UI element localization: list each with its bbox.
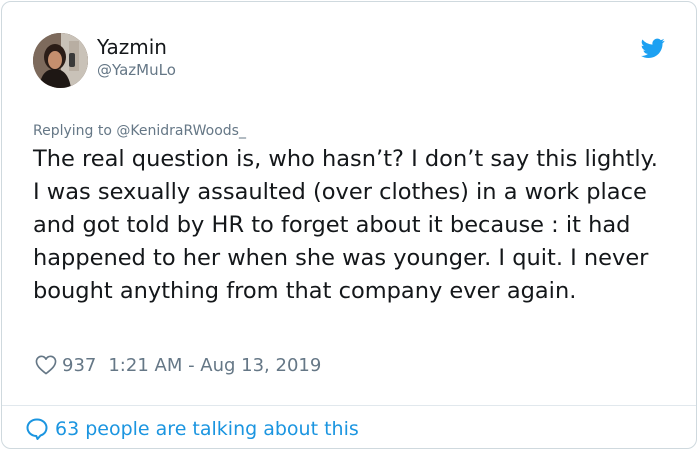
speech-bubble-icon <box>26 418 48 440</box>
tweet-meta: 937 1:21 AM - Aug 13, 2019 <box>35 352 321 378</box>
talking-about-label: 63 people are talking about this <box>55 418 359 440</box>
tweet-text: The real question is, who hasn’t? I don’… <box>33 146 658 304</box>
twitter-bird-icon[interactable] <box>641 36 665 60</box>
display-name[interactable]: Yazmin <box>97 35 167 59</box>
reply-context[interactable]: Replying to @KenidraRWoods_ <box>33 122 246 140</box>
heart-outline-icon[interactable] <box>35 355 57 375</box>
divider <box>2 405 696 406</box>
avatar[interactable] <box>33 33 88 88</box>
talking-about-link[interactable]: 63 people are talking about this <box>25 416 359 442</box>
tweet-card: Yazmin @YazMuLo Replying to @KenidraRWoo… <box>1 1 697 449</box>
like-count[interactable]: 937 <box>62 355 96 376</box>
avatar-photo <box>33 33 88 88</box>
user-handle[interactable]: @YazMuLo <box>97 60 176 80</box>
timestamp-link[interactable]: 1:21 AM - Aug 13, 2019 <box>108 355 321 376</box>
